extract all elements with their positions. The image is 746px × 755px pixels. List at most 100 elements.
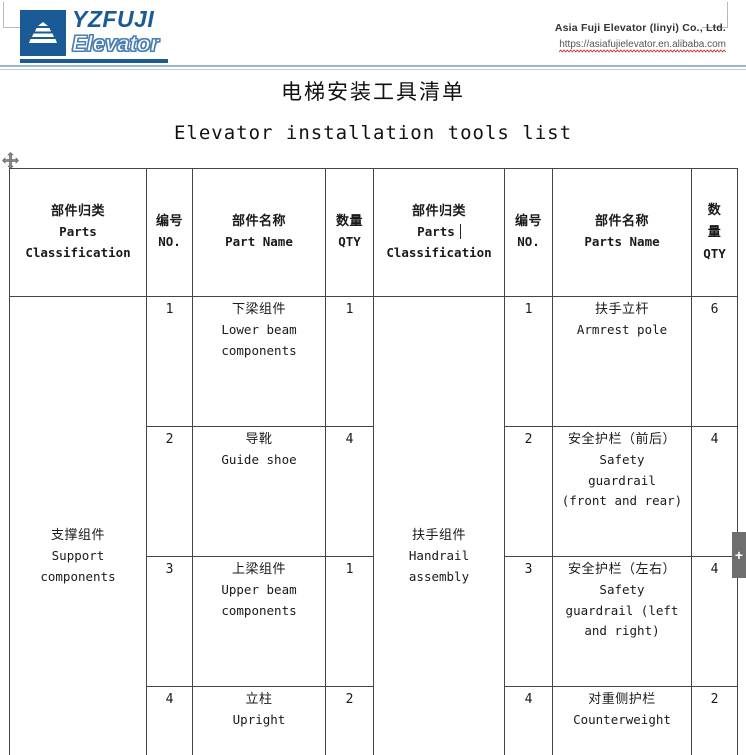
cell-qty-left[interactable]: 4 [325,426,374,557]
cell-name-right-en3: and right) [584,623,660,639]
cell-qty-left[interactable]: 1 [325,556,374,687]
cell-qty-left-value: 4 [345,432,354,447]
th-classification-left-en1: Parts [59,223,97,239]
cell-name-right[interactable]: 对重侧护栏 Counterweight [552,686,692,755]
th-name-left[interactable]: 部件名称 Part Name [192,168,326,297]
cell-category-right-en2: assembly [408,568,470,584]
cell-name-left[interactable]: 导靴 Guide shoe [192,426,326,557]
cell-name-left-en2: components [221,602,297,618]
th-no-left[interactable]: 编号 NO. [146,168,193,297]
logo-wordmark: YZFUJI Elevator [72,7,160,56]
cell-category-left-cn: 支撑组件 [50,527,105,543]
cell-name-right-en3: (front and rear) [561,493,683,509]
cell-name-right-cn: 扶手立杆 [594,302,649,317]
cell-no-left[interactable]: 2 [146,426,193,557]
cell-qty-right[interactable]: 4 [691,556,738,687]
cell-qty-left-value: 1 [345,302,354,317]
company-logo [20,10,66,56]
cell-qty-right[interactable]: 4 [691,426,738,557]
text-cursor-caret [459,223,461,239]
cell-no-right-value: 1 [524,302,533,317]
cell-no-left-value: 3 [165,562,174,577]
tools-list-table[interactable]: 部件归类 Parts Classification 编号 NO. 部件名称 Pa… [9,168,738,755]
cell-no-right[interactable]: 2 [504,426,553,557]
cell-qty-left-value: 2 [345,692,354,707]
spellcheck-squiggle-icon [559,49,726,53]
cell-name-right[interactable]: 扶手立杆 Armrest pole [552,296,692,427]
cell-name-right-cn: 安全护栏（左右） [567,562,676,577]
cell-name-left-cn: 下梁组件 [231,302,286,317]
th-qty-right[interactable]: 数 量 QTY [691,168,738,297]
logo-subtitle: Elevator [72,31,160,56]
cell-no-right-value: 4 [524,692,533,707]
th-name-left-en: Part Name [225,234,293,250]
cell-no-right[interactable]: 4 [504,686,553,755]
th-qty-right-en: QTY [703,246,726,262]
th-qty-right-cn2: 量 [707,225,722,241]
page-title-cn: 电梯安装工具清单 [281,80,465,104]
cell-name-right-en2: guardrail (left [565,602,679,618]
cell-name-left-en1: Upper beam [221,582,297,598]
table-body: 支撑组件 Support components 1 下梁组件 Lower bea… [9,296,738,755]
cell-no-left[interactable]: 1 [146,296,193,427]
cell-name-left[interactable]: 立柱 Upright [192,686,326,755]
table-header-row: 部件归类 Parts Classification 编号 NO. 部件名称 Pa… [9,168,738,297]
cell-name-left[interactable]: 下梁组件 Lower beam components [192,296,326,427]
cell-name-left-cn: 导靴 [245,432,273,447]
cell-qty-right-value: 4 [710,432,719,447]
cell-category-left[interactable]: 支撑组件 Support components [9,296,147,755]
th-no-left-cn: 编号 [155,214,183,230]
document-page: YZFUJI Elevator Asia Fuji Elevator (liny… [0,0,746,755]
th-name-right[interactable]: 部件名称 Parts Name [552,168,692,297]
cell-name-right-en1: Safety [599,582,645,598]
cell-name-left-en2: components [221,342,297,358]
table-move-handle-icon[interactable] [2,152,19,169]
company-name: Asia Fuji Elevator (linyi) Co., Ltd. [554,22,726,34]
header-divider-top [0,65,746,67]
cell-no-right[interactable]: 1 [504,296,553,427]
insert-column-control[interactable]: + [732,532,746,578]
cell-no-left-value: 1 [165,302,174,317]
cell-no-right[interactable]: 3 [504,556,553,687]
th-qty-left-cn: 数量 [335,214,363,230]
cell-category-right[interactable]: 扶手组件 Handrail assembly [373,296,505,755]
th-classification-left-en2: Classification [25,244,131,260]
cell-qty-left-value: 1 [345,562,354,577]
th-no-right-cn: 编号 [514,214,542,230]
th-no-right[interactable]: 编号 NO. [504,168,553,297]
company-info: Asia Fuji Elevator (linyi) Co., Ltd. htt… [554,22,726,53]
table-row[interactable]: 支撑组件 Support components 1 下梁组件 Lower bea… [9,296,738,755]
cell-qty-right[interactable]: 6 [691,296,738,427]
cell-no-left[interactable]: 3 [146,556,193,687]
th-classification-right[interactable]: 部件归类 Parts Classification [373,168,505,297]
cell-name-right[interactable]: 安全护栏（左右） Safety guardrail (left and righ… [552,556,692,687]
cell-name-right-en1: Safety [599,452,645,468]
cell-name-right-cn: 对重侧护栏 [588,692,656,707]
cell-qty-right[interactable]: 2 [691,686,738,755]
th-name-right-en: Parts Name [584,234,660,250]
th-classification-left[interactable]: 部件归类 Parts Classification [9,168,147,297]
cell-no-left-value: 2 [165,432,174,447]
th-classification-left-cn: 部件归类 [50,203,105,219]
cell-category-right-cn: 扶手组件 [411,527,466,543]
cell-name-right-cn: 安全护栏（前后） [567,432,676,447]
cell-name-right[interactable]: 安全护栏（前后） Safety guardrail (front and rea… [552,426,692,557]
cell-name-left[interactable]: 上梁组件 Upper beam components [192,556,326,687]
cell-qty-right-value: 6 [710,302,719,317]
stepped-pyramid-icon [29,22,57,43]
th-qty-left[interactable]: 数量 QTY [325,168,374,297]
cell-no-left-value: 4 [165,692,174,707]
cell-qty-left[interactable]: 1 [325,296,374,427]
th-classification-right-en1-wrap: Parts [376,222,502,243]
cell-no-right-value: 2 [524,432,533,447]
company-url[interactable]: https://asiafujielevator.en.alibaba.com [559,39,726,53]
cell-name-right-en1: Armrest pole [576,322,668,338]
cell-no-left[interactable]: 4 [146,686,193,755]
th-no-left-en: NO. [158,234,181,250]
document-header: YZFUJI Elevator Asia Fuji Elevator (liny… [0,0,746,72]
cell-qty-right-value: 2 [710,692,719,707]
cell-category-left-en1: Support [51,547,105,563]
th-classification-right-en1: Parts [417,223,455,239]
th-name-right-cn: 部件名称 [594,214,649,230]
cell-qty-left[interactable]: 2 [325,686,374,755]
